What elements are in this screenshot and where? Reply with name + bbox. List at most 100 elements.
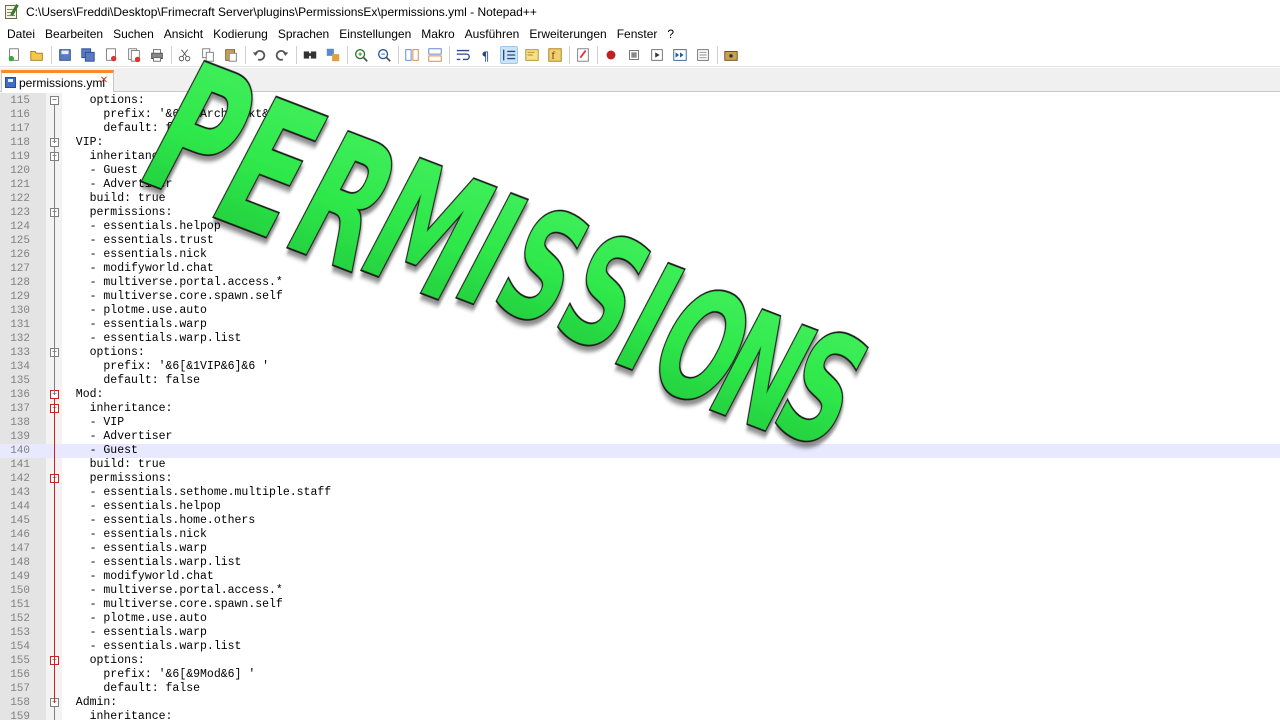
menu-item-einstellungen[interactable]: Einstellungen — [334, 27, 416, 41]
menu-item-sprachen[interactable]: Sprachen — [273, 27, 334, 41]
editor-line[interactable]: 141 build: true — [0, 458, 1280, 472]
menu-item-erweiterungen[interactable]: Erweiterungen — [524, 27, 611, 41]
save-macro-button[interactable] — [694, 46, 712, 64]
editor-line[interactable]: 143 - essentials.sethome.multiple.staff — [0, 486, 1280, 500]
line-number: 152 — [10, 613, 30, 625]
menu-item-fenster[interactable]: Fenster — [612, 27, 663, 41]
menu-item-ansicht[interactable]: Ansicht — [159, 27, 208, 41]
notepad-plus-plus-app-icon[interactable] — [4, 4, 20, 20]
editor-line[interactable]: 122 build: true — [0, 192, 1280, 206]
undo-button[interactable] — [250, 46, 268, 64]
new-file-button[interactable] — [5, 46, 23, 64]
editor-line[interactable]: 150 - multiverse.portal.access.* — [0, 584, 1280, 598]
editor-line[interactable]: 156 prefix: '&6[&9Mod&6] ' — [0, 668, 1280, 682]
editor-line[interactable]: 123 permissions:− — [0, 206, 1280, 220]
line-number: 146 — [10, 529, 30, 541]
editor-line[interactable]: 119 inheritance:− — [0, 150, 1280, 164]
tab-close-icon[interactable]: ✕ — [99, 76, 109, 86]
cut-button[interactable] — [176, 46, 194, 64]
indent-guide-button[interactable] — [500, 45, 518, 64]
word-wrap-button[interactable] — [454, 46, 472, 64]
editor-line[interactable]: 158 Admin:− — [0, 696, 1280, 710]
sync-vertical-button[interactable] — [403, 46, 421, 64]
close-all-button[interactable] — [125, 46, 143, 64]
editor-line[interactable]: 142 permissions:− — [0, 472, 1280, 486]
editor-line[interactable]: 133 options:− — [0, 346, 1280, 360]
editor-line[interactable]: 131 - essentials.warp — [0, 318, 1280, 332]
editor-line[interactable]: 127 - modifyworld.chat — [0, 262, 1280, 276]
tab-permissions-yml[interactable]: permissions.yml ✕ — [1, 70, 114, 92]
find-button[interactable] — [301, 46, 319, 64]
editor-line[interactable]: 140 - Guest — [0, 444, 1280, 458]
save-button[interactable] — [56, 46, 74, 64]
editor-line[interactable]: 149 - modifyworld.chat — [0, 570, 1280, 584]
doc-map-button[interactable] — [523, 46, 541, 64]
editor-line[interactable]: 138 - VIP — [0, 416, 1280, 430]
editor-line[interactable]: 124 - essentials.helpop — [0, 220, 1280, 234]
zoom-out-button[interactable] — [375, 46, 393, 64]
copy-button[interactable] — [199, 46, 217, 64]
editor-line[interactable]: 148 - essentials.warp.list — [0, 556, 1280, 570]
editor-line[interactable]: 146 - essentials.nick — [0, 528, 1280, 542]
run-macro-multiple-button[interactable] — [671, 46, 689, 64]
editor-line[interactable]: 130 - plotme.use.auto — [0, 304, 1280, 318]
function-list-button[interactable]: f — [546, 46, 564, 64]
sync-horizontal-button[interactable] — [426, 46, 444, 64]
show-all-characters-button[interactable]: ¶ — [477, 46, 495, 64]
editor-line[interactable]: 116 prefix: '&6[&3Architekt&6]&6 ' — [0, 108, 1280, 122]
redo-button[interactable] — [273, 46, 291, 64]
print-button[interactable] — [148, 46, 166, 64]
menu-item-suchen[interactable]: Suchen — [108, 27, 159, 41]
editor-line[interactable]: 120 - Guest — [0, 164, 1280, 178]
editor-line[interactable]: 147 - essentials.warp — [0, 542, 1280, 556]
editor-line[interactable]: 125 - essentials.trust — [0, 234, 1280, 248]
menu-item-kodierung[interactable]: Kodierung — [208, 27, 273, 41]
editor-line[interactable]: 139 - Advertiser — [0, 430, 1280, 444]
menu-item-bearbeiten[interactable]: Bearbeiten — [40, 27, 108, 41]
line-text: - Guest — [62, 164, 138, 177]
editor-line[interactable]: 128 - multiverse.portal.access.* — [0, 276, 1280, 290]
fold-toggle-icon[interactable]: − — [50, 96, 59, 105]
toolbar-separator — [569, 45, 570, 64]
editor-line[interactable]: 136 Mod:− — [0, 388, 1280, 402]
zoom-in-button[interactable] — [352, 46, 370, 64]
editor-line[interactable]: 159 inheritance: — [0, 710, 1280, 720]
line-number: 134 — [10, 361, 30, 373]
open-file-button[interactable] — [28, 46, 46, 64]
editor-line[interactable]: 137 inheritance:− — [0, 402, 1280, 416]
editor-line[interactable]: 152 - plotme.use.auto — [0, 612, 1280, 626]
toolbar-separator — [398, 45, 399, 64]
save-all-button[interactable] — [79, 46, 97, 64]
folder-as-workspace-button[interactable] — [574, 46, 592, 64]
editor-line[interactable]: 126 - essentials.nick — [0, 248, 1280, 262]
editor-line[interactable]: 153 - essentials.warp — [0, 626, 1280, 640]
menu-item-help[interactable]: ? — [662, 27, 679, 41]
menu-item-datei[interactable]: Datei — [2, 27, 40, 41]
line-text: - essentials.warp.list — [62, 556, 242, 569]
stop-recording-button[interactable] — [625, 46, 643, 64]
paste-button[interactable] — [222, 46, 240, 64]
editor-line[interactable]: 135 default: false — [0, 374, 1280, 388]
editor-line[interactable]: 115 options: − — [0, 94, 1280, 108]
editor-line[interactable]: 129 - multiverse.core.spawn.self — [0, 290, 1280, 304]
editor-line[interactable]: 134 prefix: '&6[&1VIP&6]&6 ' — [0, 360, 1280, 374]
editor-line[interactable]: 132 - essentials.warp.list — [0, 332, 1280, 346]
editor-line[interactable]: 118 VIP:− — [0, 136, 1280, 150]
editor-line[interactable]: 157 default: false — [0, 682, 1280, 696]
monitoring-button[interactable] — [722, 46, 740, 64]
editor-line[interactable]: 155 options:− — [0, 654, 1280, 668]
replace-button[interactable] — [324, 46, 342, 64]
play-macro-button[interactable] — [648, 46, 666, 64]
editor-line[interactable]: 145 - essentials.home.others — [0, 514, 1280, 528]
menu-item-makro[interactable]: Makro — [416, 27, 459, 41]
editor-line[interactable]: 121 - Advertiser — [0, 178, 1280, 192]
editor-line[interactable]: 151 - multiverse.core.spawn.self — [0, 598, 1280, 612]
close-button[interactable] — [102, 46, 120, 64]
editor-line[interactable]: 144 - essentials.helpop — [0, 500, 1280, 514]
record-macro-button[interactable] — [602, 46, 620, 64]
text-editor[interactable]: 115 options: −116 prefix: '&6[&3Architekt… — [0, 93, 1280, 720]
menu-item-ausführen[interactable]: Ausführen — [460, 27, 525, 41]
editor-line[interactable]: 154 - essentials.warp.list — [0, 640, 1280, 654]
doc-map-icon — [525, 48, 539, 61]
editor-line[interactable]: 117 default: false — [0, 122, 1280, 136]
